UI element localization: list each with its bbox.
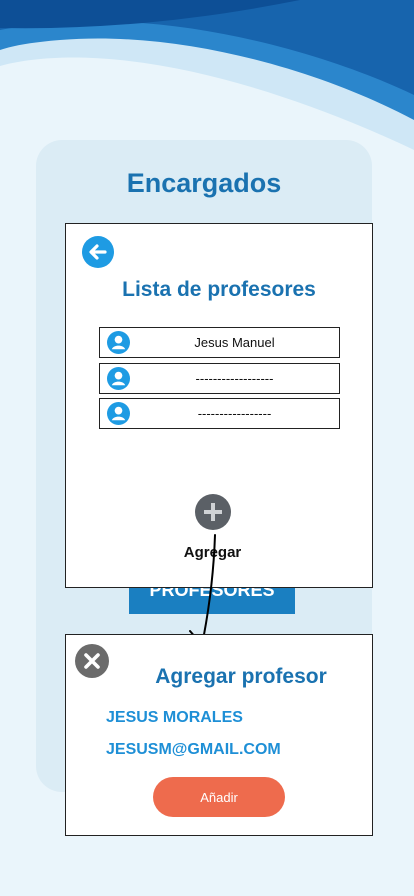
teacher-name: ----------------- [197,406,272,421]
page-title: Encargados [126,168,282,198]
teacher-list-item[interactable]: ------------------ [99,363,340,394]
teacher-name: ------------------ [195,371,274,386]
teacher-list-item[interactable]: Jesus Manuel [99,327,340,358]
dialog-title: Agregar profesor [155,665,327,688]
teacher-list-title: Lista de profesores [122,278,316,301]
user-avatar-icon [107,367,130,390]
back-arrow-icon[interactable] [82,236,114,268]
add-teacher-dialog: Agregar profesor JESUS MORALES JESUSM@GM… [65,634,373,836]
teacher-list-panel: Lista de profesores Jesus Manuel -------… [65,223,373,588]
user-avatar-icon [107,402,130,425]
user-avatar-icon [107,331,130,354]
teacher-name: Jesus Manuel [194,335,275,350]
teacher-list-item[interactable]: ----------------- [99,398,340,429]
submit-button[interactable]: Añadir [153,777,285,817]
teacher-name-field[interactable]: JESUS MORALES [106,709,243,727]
teacher-email-field[interactable]: JESUSM@GMAIL.COM [106,741,281,759]
plus-icon[interactable] [195,494,231,530]
